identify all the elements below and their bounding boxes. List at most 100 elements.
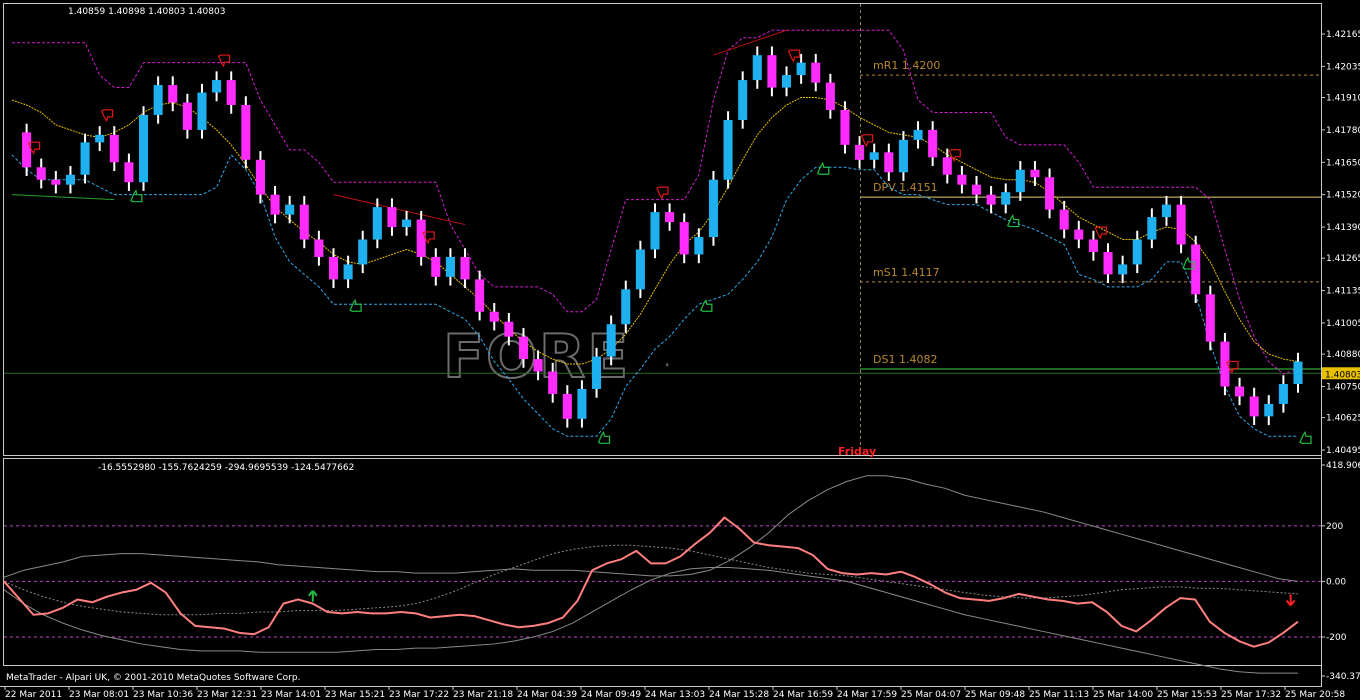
bear-candle xyxy=(504,321,514,337)
bull-candle xyxy=(1015,169,1025,193)
bear-candle xyxy=(562,393,572,419)
bull-candle xyxy=(402,219,412,228)
bull-candle xyxy=(635,249,645,290)
thumbs-up-icon xyxy=(1299,430,1312,444)
bull-candle xyxy=(358,239,368,265)
thumbs-down-icon xyxy=(100,109,114,123)
bull-candle xyxy=(1161,204,1172,218)
bull-candle xyxy=(1264,403,1274,417)
bear-candle xyxy=(1103,251,1113,275)
time-tick-label: 25 Mar 11:13 xyxy=(1029,690,1089,700)
bear-candle xyxy=(109,134,119,163)
osc-lower-band xyxy=(3,567,1298,674)
bear-candle xyxy=(182,102,192,130)
price-chart-frame xyxy=(3,3,1322,456)
bear-candle xyxy=(168,85,178,103)
thumbs-up-icon xyxy=(130,189,143,203)
bull-candle xyxy=(708,179,718,238)
time-tick-label: 24 Mar 13:03 xyxy=(645,690,705,700)
bull-candle xyxy=(197,92,207,130)
oscillator-frame xyxy=(3,458,1322,666)
time-tick-label: 23 Mar 17:22 xyxy=(389,690,449,700)
bear-candle xyxy=(884,152,894,173)
bear-candle xyxy=(328,256,339,280)
bear-candle xyxy=(460,256,470,280)
bull-candle xyxy=(1001,192,1011,205)
copyright-text: MetaTrader - Alpari UK, © 2001-2010 Meta… xyxy=(6,673,300,683)
bear-candle xyxy=(22,132,32,168)
current-price-label: 1.40803 xyxy=(1325,370,1360,380)
bear-candle xyxy=(1030,169,1040,178)
bull-candle xyxy=(372,207,382,240)
bear-candle xyxy=(489,311,499,322)
pivot-label-ds1: DS1 1.4082 xyxy=(873,353,937,366)
bear-candle xyxy=(533,359,543,372)
watermark: FORE xyxy=(443,322,630,392)
price-tick-label: 1.42035 xyxy=(1326,62,1360,72)
bull-candle xyxy=(212,80,222,93)
bull-candle xyxy=(577,388,587,419)
bear-candle xyxy=(270,194,280,215)
time-tick-label: 23 Mar 14:01 xyxy=(261,690,321,700)
bear-candle xyxy=(971,184,982,195)
osc-tick-label: 0.00 xyxy=(1326,577,1346,587)
price-tick-label: 1.40625 xyxy=(1326,414,1360,424)
bear-candle xyxy=(767,55,777,88)
osc-tick-label: 418.906 xyxy=(1326,461,1360,471)
bull-candle xyxy=(723,119,733,180)
bull-candle xyxy=(80,142,90,175)
price-tick-label: 1.41390 xyxy=(1326,223,1360,233)
bull-candle xyxy=(343,264,353,280)
bull-candle xyxy=(752,55,762,81)
bull-candle xyxy=(1132,239,1142,265)
price-tick-label: 1.41910 xyxy=(1326,94,1360,104)
time-tick-label: 25 Mar 20:58 xyxy=(1285,690,1345,700)
bear-candle xyxy=(241,104,251,160)
bull-candle xyxy=(621,289,631,325)
time-tick-label: 22 Mar 2011 xyxy=(5,690,62,700)
bear-candle xyxy=(957,174,967,185)
thumbs-up-icon xyxy=(700,298,713,312)
time-tick-label: 23 Mar 15:21 xyxy=(325,690,385,700)
time-tick-label: 25 Mar 14:00 xyxy=(1093,690,1153,700)
time-tick-label: 24 Mar 04:39 xyxy=(517,690,577,700)
bear-candle xyxy=(1249,396,1259,417)
pivot-label-mr1: mR1 1.4200 xyxy=(873,59,940,72)
osc-tick-label: 200 xyxy=(1326,522,1343,532)
bull-candle xyxy=(898,139,908,173)
bull-candle xyxy=(153,85,163,115)
bear-candle xyxy=(942,157,952,175)
thumbs-up-icon xyxy=(816,161,830,175)
bear-candle xyxy=(548,371,558,394)
bear-candle xyxy=(299,204,309,240)
pivot-label-ms1: mS1 1.4117 xyxy=(873,266,940,279)
bear-candle xyxy=(51,179,61,185)
bull-candle xyxy=(694,237,704,255)
price-tick-label: 1.41135 xyxy=(1326,287,1360,297)
time-tick-label: 25 Mar 17:32 xyxy=(1221,690,1281,700)
time-tick-label: 25 Mar 09:48 xyxy=(965,690,1025,700)
bear-candle xyxy=(518,336,529,360)
bear-candle xyxy=(387,207,397,228)
bear-candle xyxy=(840,109,850,145)
bear-candle xyxy=(314,239,324,257)
bear-candle xyxy=(986,194,996,205)
bear-candle xyxy=(416,219,426,257)
bear-candle xyxy=(811,62,821,83)
time-tick-label: 24 Mar 09:49 xyxy=(581,690,641,700)
indicator-readout: -16.5552980 -155.7624259 -294.9695539 -1… xyxy=(98,463,354,473)
arrow-up-icon xyxy=(308,590,318,602)
bear-candle xyxy=(1235,386,1245,397)
chart-canvas[interactable]: FORE . mR1 1.4200 DPV 1.4151 mS1 1.4117 DS1… xyxy=(0,0,1360,700)
day-marker: Friday xyxy=(838,445,876,458)
bear-candle xyxy=(1176,204,1186,245)
bull-candle xyxy=(95,134,105,143)
bull-candle xyxy=(445,256,455,277)
bear-candle xyxy=(1045,177,1055,210)
price-tick-label: 1.40750 xyxy=(1326,382,1360,392)
time-tick-label: 23 Mar 12:31 xyxy=(197,690,257,700)
time-tick-label: 24 Mar 16:59 xyxy=(773,690,833,700)
bear-candle xyxy=(226,80,236,105)
thumbs-up-icon xyxy=(597,430,611,444)
price-tick-label: 1.41520 xyxy=(1326,191,1360,201)
